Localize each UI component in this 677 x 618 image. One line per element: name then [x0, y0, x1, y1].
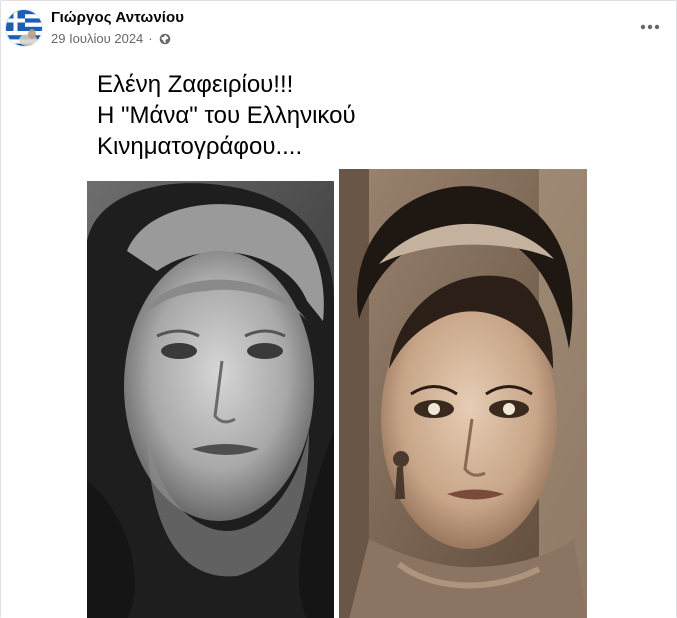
caption-line-1: Ελένη Ζαφειρίου!!!	[97, 71, 294, 98]
post-image[interactable]: Ελένη Ζαφειρίου!!! Η "Μάνα" του Ελληνικο…	[1, 57, 676, 618]
portrait-photo-right	[339, 169, 587, 618]
meta-separator: ·	[148, 31, 153, 46]
globe-icon[interactable]	[159, 33, 171, 45]
author-avatar[interactable]	[5, 9, 43, 47]
portrait-photo-left	[87, 181, 334, 618]
facebook-post: Γιώργος Αντωνίου 29 Ιουλίου 2024 · Ελένη…	[0, 0, 677, 618]
author-name[interactable]: Γιώργος Αντωνίου	[51, 9, 184, 26]
post-meta: 29 Ιουλίου 2024 ·	[51, 31, 171, 46]
more-options-button[interactable]	[634, 13, 666, 41]
greek-flag-avatar-icon	[6, 10, 42, 46]
post-date[interactable]: 29 Ιουλίου 2024	[51, 31, 143, 46]
caption-line-2: Η "Μάνα" του Ελληνικού	[97, 102, 356, 129]
more-options-icon	[640, 24, 660, 30]
caption-line-3: Κινηματογράφου....	[97, 133, 303, 160]
post-header: Γιώργος Αντωνίου 29 Ιουλίου 2024 ·	[1, 1, 676, 57]
image-caption: Ελένη Ζαφειρίου!!! Η "Μάνα" του Ελληνικο…	[97, 69, 356, 162]
